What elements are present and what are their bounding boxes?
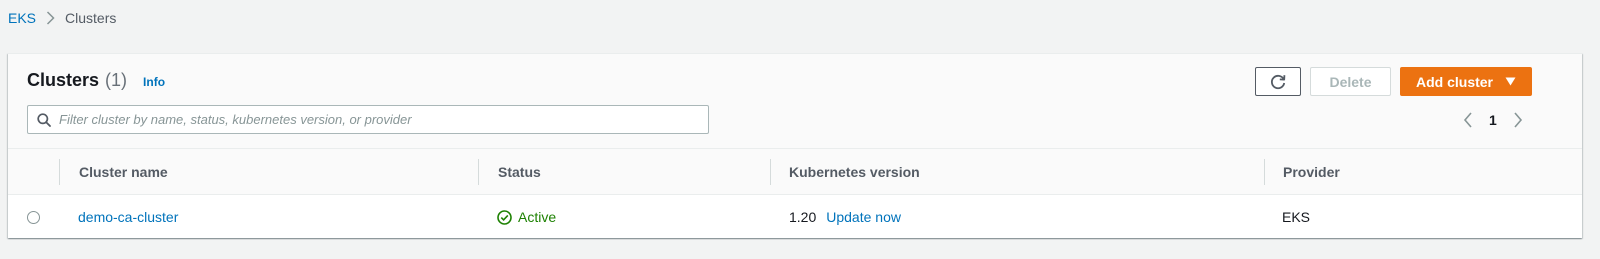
column-divider xyxy=(1264,159,1265,185)
column-header-provider[interactable]: Provider xyxy=(1283,149,1340,195)
search-input[interactable] xyxy=(59,106,708,133)
search-icon xyxy=(37,112,51,127)
row-select-cell xyxy=(27,195,40,239)
column-divider xyxy=(770,159,771,185)
info-link[interactable]: Info xyxy=(143,75,165,89)
table-header: Cluster name Status Kubernetes version P… xyxy=(8,149,1582,195)
panel-header: Clusters (1) Info Delete Add cluster xyxy=(8,54,1582,149)
kubernetes-version: 1.20 xyxy=(789,209,817,225)
column-header-status[interactable]: Status xyxy=(498,149,541,195)
page-title: Clusters (1) Info xyxy=(27,70,165,91)
delete-button[interactable]: Delete xyxy=(1310,67,1391,96)
title-text: Clusters xyxy=(27,70,100,90)
status-badge: Active xyxy=(497,209,556,225)
table-row[interactable]: demo-ca-cluster Active 1.20 Update now E… xyxy=(8,195,1582,239)
provider-cell: EKS xyxy=(1282,195,1310,239)
refresh-icon xyxy=(1269,73,1287,91)
column-header-kubernetes-version[interactable]: Kubernetes version xyxy=(789,149,920,195)
clusters-panel: Clusters (1) Info Delete Add cluster xyxy=(8,53,1582,238)
status-cell: Active xyxy=(497,195,556,239)
chevron-right-icon xyxy=(46,11,55,25)
caret-down-icon xyxy=(1505,77,1516,86)
page-number[interactable]: 1 xyxy=(1489,112,1497,128)
search-field[interactable] xyxy=(27,105,709,134)
provider-text: EKS xyxy=(1282,209,1311,225)
cluster-name-link[interactable]: demo-ca-cluster xyxy=(78,209,178,225)
refresh-button[interactable] xyxy=(1255,67,1301,96)
breadcrumb: EKS Clusters xyxy=(8,10,116,26)
chevron-right-icon[interactable] xyxy=(1513,112,1523,128)
update-now-link[interactable]: Update now xyxy=(826,209,901,225)
row-select-radio[interactable] xyxy=(27,210,40,224)
cluster-name-cell: demo-ca-cluster xyxy=(78,195,178,239)
breadcrumb-current: Clusters xyxy=(65,10,117,26)
version-cell: 1.20 Update now xyxy=(789,195,901,239)
column-header-cluster-name[interactable]: Cluster name xyxy=(79,149,168,195)
add-cluster-button[interactable]: Add cluster xyxy=(1400,67,1532,96)
breadcrumb-eks-link[interactable]: EKS xyxy=(8,10,36,26)
status-text: Active xyxy=(518,209,557,225)
column-divider xyxy=(478,159,479,185)
add-cluster-label: Add cluster xyxy=(1415,73,1493,90)
pagination: 1 xyxy=(1463,110,1523,130)
column-divider xyxy=(59,159,60,185)
check-circle-icon xyxy=(497,209,512,225)
chevron-left-icon[interactable] xyxy=(1463,112,1473,128)
cluster-count: (1) xyxy=(105,70,128,90)
